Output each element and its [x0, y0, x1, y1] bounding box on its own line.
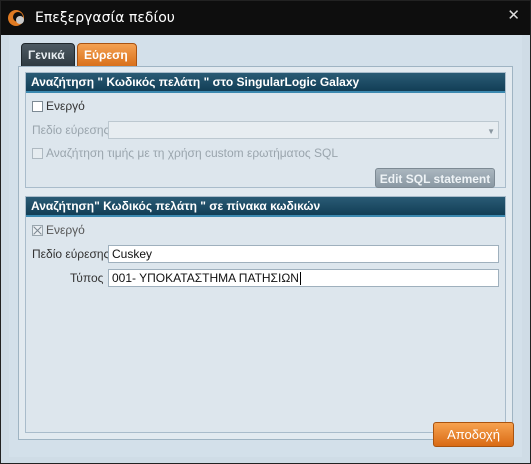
dialog-content: Γενικά Εύρεση Αναζήτηση " Κωδικός πελάτη… — [9, 35, 522, 457]
app-logo-icon — [8, 10, 24, 26]
type-label: Τύπος — [70, 271, 104, 285]
galaxy-field-select[interactable]: ▼ — [108, 121, 499, 139]
galaxy-active-label: Ενεργό — [46, 99, 85, 113]
text-caret — [299, 272, 301, 286]
code-table-search-header: Αναζήτηση" Κωδικός πελάτη " σε πίνακα κω… — [26, 197, 505, 217]
chevron-down-icon: ▼ — [487, 127, 495, 136]
tab-search[interactable]: Εύρεση — [77, 43, 137, 67]
galaxy-active-checkbox[interactable] — [32, 101, 43, 112]
code-table-field-value: Cuskey — [112, 247, 153, 261]
galaxy-search-header: Αναζήτηση " Κωδικός πελάτη " στο Singula… — [26, 73, 505, 93]
search-tab-panel: Αναζήτηση " Κωδικός πελάτη " στο Singula… — [18, 66, 513, 440]
type-value: 001- ΥΠΟΚΑΤΑΣΤΗΜΑ ΠΑΤΗΣΙΩΝ — [112, 271, 299, 285]
accept-button[interactable]: Αποδοχή — [433, 422, 514, 447]
code-table-search-group: Αναζήτηση" Κωδικός πελάτη " σε πίνακα κω… — [25, 196, 506, 433]
custom-sql-label: Αναζήτηση τιμής με τη χρήση custom ερωτή… — [46, 146, 338, 160]
galaxy-field-label: Πεδίο εύρεσης — [32, 123, 110, 137]
window-title: Επεξεργασία πεδίου — [35, 10, 175, 26]
code-table-active-checkbox[interactable] — [32, 225, 43, 236]
close-icon[interactable]: ✕ — [507, 6, 520, 24]
code-table-field-input[interactable]: Cuskey — [108, 245, 499, 263]
custom-sql-checkbox[interactable] — [32, 148, 43, 159]
code-table-field-label: Πεδίο εύρεσης — [32, 247, 110, 261]
type-input[interactable]: 001- ΥΠΟΚΑΤΑΣΤΗΜΑ ΠΑΤΗΣΙΩΝ — [108, 269, 499, 287]
galaxy-search-group: Αναζήτηση " Κωδικός πελάτη " στο Singula… — [25, 72, 506, 188]
edit-sql-button[interactable]: Edit SQL statement — [375, 168, 495, 188]
tab-general[interactable]: Γενικά — [21, 43, 75, 67]
code-table-active-label: Ενεργό — [46, 223, 85, 237]
dialog-window: Επεξεργασία πεδίου ✕ Γενικά Εύρεση Αναζή… — [0, 0, 531, 464]
title-bar: Επεξεργασία πεδίου ✕ — [1, 1, 530, 35]
